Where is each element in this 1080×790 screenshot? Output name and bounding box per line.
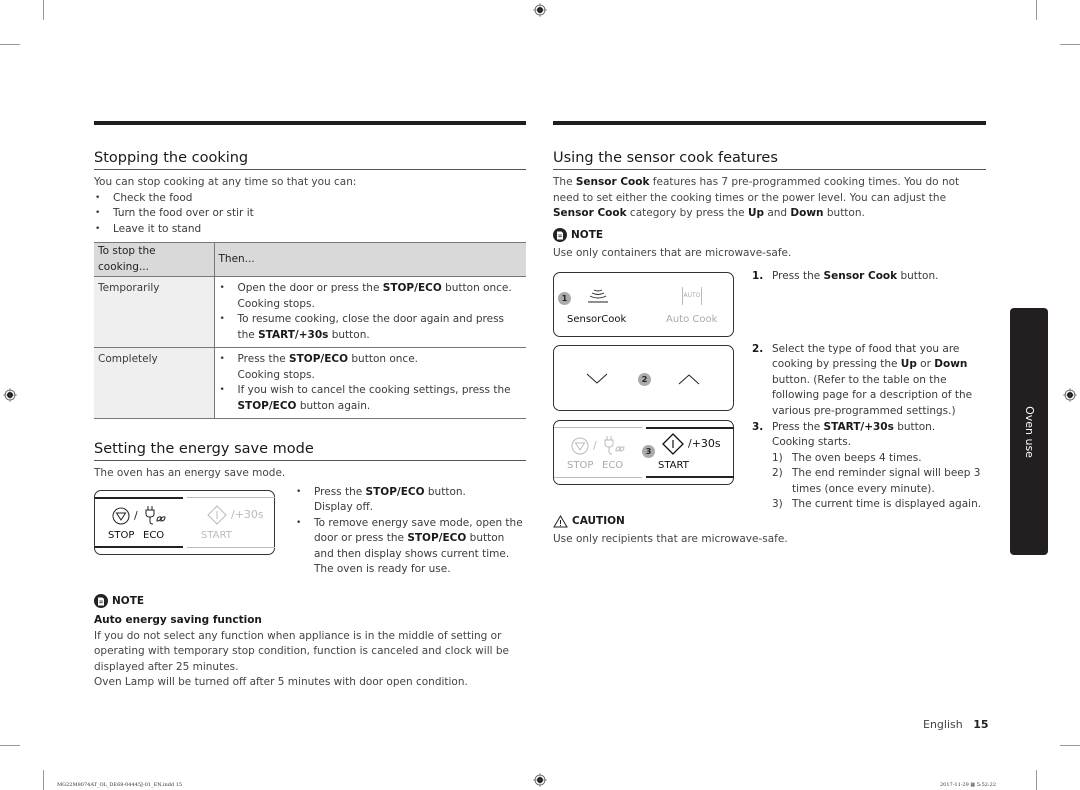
list-item: Press the STOP/ECO button.Display off. xyxy=(295,485,527,516)
crop-mark xyxy=(1036,0,1037,20)
left-column: Stopping the cooking You can stop cookin… xyxy=(94,121,526,691)
eco-label: ECO xyxy=(143,529,165,541)
slash: / xyxy=(134,508,138,522)
stop-icon xyxy=(571,437,589,454)
registration-mark-icon xyxy=(1063,388,1077,402)
stopping-intro: You can stop cooking at any time so that… xyxy=(94,176,357,188)
caution-block: CAUTION Use only recipients that are mic… xyxy=(553,514,788,548)
start-icon[interactable] xyxy=(662,432,684,455)
table-cell: Temporarily xyxy=(94,276,214,348)
table-header: Then... xyxy=(213,242,526,277)
crop-mark xyxy=(1060,44,1080,45)
energy-intro: The oven has an energy save mode. xyxy=(94,467,286,479)
start-label: START xyxy=(658,459,689,471)
list-item: To remove energy save mode, open the doo… xyxy=(295,516,527,578)
sensor-cook-label: SensorCook xyxy=(567,313,627,325)
page-footer: English 15 xyxy=(923,717,989,733)
step-badge: 1 xyxy=(558,291,571,305)
section-bar xyxy=(553,121,986,125)
table-row: Completely Press the STOP/ECO button onc… xyxy=(94,347,526,419)
note-heading: NOTE xyxy=(94,594,526,610)
energy-title: Setting the energy save mode xyxy=(94,439,526,461)
table-cell: Open the door or press the STOP/ECO butt… xyxy=(213,276,526,348)
list-item: Check the food xyxy=(94,191,526,207)
eco-plug-icon xyxy=(604,435,625,454)
caution-heading: CAUTION xyxy=(553,514,788,530)
step-3: 3. Press the START/+30s button. Cooking st… xyxy=(752,420,987,513)
warning-icon xyxy=(553,514,568,528)
step-badge: 2 xyxy=(638,372,651,386)
crop-mark xyxy=(43,770,44,790)
page-number: 15 xyxy=(973,718,989,731)
start-panel: / STOP ECO 3 /+30s START xyxy=(553,419,734,485)
note-text: If you do not select any function when a… xyxy=(94,629,509,673)
auto-cook-label: Auto Cook xyxy=(666,313,718,325)
note-text: Oven Lamp will be turned off after 5 min… xyxy=(94,676,468,688)
stop-label: STOP xyxy=(108,529,135,541)
registration-mark-icon xyxy=(533,773,547,787)
chapter-tab: Oven use xyxy=(1010,308,1048,555)
sensor-cook-icon[interactable] xyxy=(585,288,611,304)
list-item: If you wish to cancel the cooking settin… xyxy=(219,383,523,414)
table-header-row: To stop the cooking... Then... xyxy=(94,242,526,277)
stopping-bullets: Check the food Turn the food over or sti… xyxy=(94,191,526,238)
list-item: Press the STOP/ECO button once.Cooking s… xyxy=(219,352,523,383)
substep: 1) The oven beeps 4 times. xyxy=(772,451,922,464)
table-cell: Press the STOP/ECO button once.Cooking s… xyxy=(213,347,526,419)
crop-mark xyxy=(43,0,44,20)
crop-mark xyxy=(0,745,20,746)
crop-mark xyxy=(0,44,20,45)
footer-language: English xyxy=(923,718,963,731)
list-item: Leave it to stand xyxy=(94,222,526,238)
eco-label: ECO xyxy=(602,459,624,471)
note-heading: NOTE xyxy=(553,228,986,244)
stop-table: To stop the cooking... Then... Temporari… xyxy=(94,242,526,419)
registration-mark-icon xyxy=(533,3,547,17)
stop-eco-panel: / STOP ECO /+30s START xyxy=(94,489,275,555)
registration-mark-icon xyxy=(3,388,17,402)
eco-plug-icon[interactable] xyxy=(143,505,167,525)
substep: 2) The end reminder signal will beep 3 ti… xyxy=(772,467,981,495)
note-subtitle: Auto energy saving function xyxy=(94,614,262,626)
sensor-cook-panel: 1 SensorCook AUTO Auto Cook xyxy=(553,271,734,337)
list-item: To resume cooking, close the door again … xyxy=(219,312,523,343)
table-row: Temporarily Open the door or press the S… xyxy=(94,276,526,348)
plus30-label: /+30s xyxy=(231,507,264,521)
note-icon xyxy=(553,228,567,243)
slug-date: 2017-11-29 ▦ 5:52:22 xyxy=(940,782,997,788)
step-badge: 3 xyxy=(642,444,655,458)
table-cell: Completely xyxy=(94,347,214,419)
step-1: 1. Press the Sensor Cook button. xyxy=(752,269,939,282)
stop-icon[interactable] xyxy=(112,507,130,525)
stopping-title: Stopping the cooking xyxy=(94,148,526,170)
crop-mark xyxy=(1060,745,1080,746)
list-item: Turn the food over or stir it xyxy=(94,206,526,222)
sensor-intro: The Sensor Cook features has 7 pre-progr… xyxy=(553,176,960,219)
note-text: Use only containers that are microwave-s… xyxy=(553,247,792,259)
auto-cook-icon: AUTO xyxy=(682,286,702,305)
start-label: START xyxy=(201,529,232,541)
start-icon xyxy=(207,504,227,525)
section-bar xyxy=(94,121,526,125)
list-item: Open the door or press the STOP/ECO butt… xyxy=(219,281,523,312)
stop-label: STOP xyxy=(567,459,594,471)
crop-mark xyxy=(1036,770,1037,790)
up-down-panel: 2 xyxy=(553,344,734,411)
step-2: 2. Select the type of food that you are c… xyxy=(752,342,973,417)
sensor-title: Using the sensor cook features xyxy=(553,148,986,170)
plus30-label: /+30s xyxy=(688,436,721,450)
up-arrow-icon[interactable] xyxy=(678,373,700,385)
substep: 3) The current time is displayed again. xyxy=(772,498,982,510)
slash: / xyxy=(593,438,597,452)
note-icon xyxy=(94,594,108,609)
right-column: Using the sensor cook features The Senso… xyxy=(553,121,987,545)
down-arrow-icon[interactable] xyxy=(586,373,608,385)
slug-file: MG22M8074AT_OL_DE68-04445J-01_EN.indd 15 xyxy=(57,782,183,788)
caution-text: Use only recipients that are microwave-s… xyxy=(553,533,788,545)
table-header: To stop the cooking... xyxy=(94,242,214,277)
energy-bullets: Press the STOP/ECO button.Display off. T… xyxy=(295,485,527,578)
